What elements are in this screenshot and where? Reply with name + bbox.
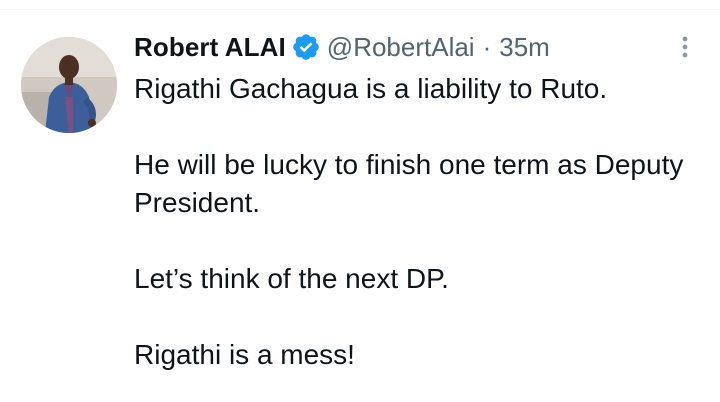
verified-badge-icon [291,32,321,62]
top-divider [0,0,720,10]
tweet-card[interactable]: Robert ALAI @RobertAlai · 35m Rigathi Ga… [0,10,720,402]
tweet-paragraph: Let’s think of the next DP. [134,263,449,294]
author-handle[interactable]: @RobertAlai [327,32,475,63]
author-display-name[interactable]: Robert ALAI [134,32,286,63]
more-vertical-icon [682,36,688,58]
tweet-paragraph: Rigathi Gachagua is a liability to Ruto. [134,73,608,104]
avatar[interactable] [21,37,117,133]
more-options-button[interactable] [668,30,702,64]
tweet-paragraph: He will be lucky to finish one term as D… [134,149,684,218]
tweet-timestamp[interactable]: 35m [499,32,550,63]
header-separator: · [482,31,492,62]
tweet-paragraph: Rigathi is a mess! [134,339,355,370]
avatar-photo [21,37,117,133]
tweet-header: Robert ALAI @RobertAlai · 35m [134,29,550,65]
tweet-text: Rigathi Gachagua is a liability to Ruto.… [134,70,694,374]
